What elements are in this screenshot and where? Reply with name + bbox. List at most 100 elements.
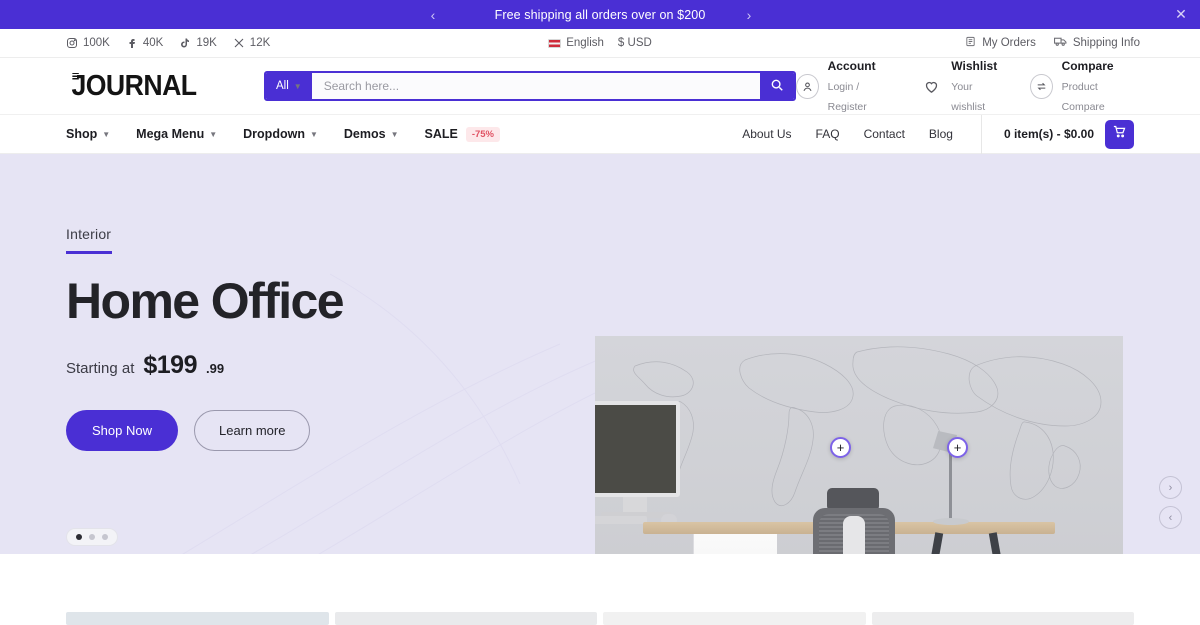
chevron-down-icon: ▼ bbox=[309, 129, 318, 139]
compare-subtitle: Product Compare bbox=[1061, 81, 1105, 113]
main-navigation: Shop ▼ Mega Menu ▼ Dropdown ▼ Demos ▼ SA… bbox=[0, 114, 1200, 154]
nav-item-demos-label: Demos bbox=[343, 127, 386, 141]
nav-item-dropdown-label: Dropdown bbox=[243, 127, 305, 141]
cart-widget[interactable]: 0 item(s) - $0.00 bbox=[980, 114, 1134, 154]
social-instagram[interactable]: 100K bbox=[66, 37, 110, 49]
search-icon bbox=[770, 78, 784, 95]
nav-item-demos[interactable]: Demos ▼ bbox=[344, 127, 399, 141]
social-links: 100K 40K 19K 12K bbox=[66, 37, 270, 49]
compare-text: Compare Product Compare bbox=[1062, 56, 1134, 116]
monitor bbox=[595, 401, 680, 497]
nav-item-shop[interactable]: Shop ▼ bbox=[66, 127, 110, 141]
hero-price-label: Starting at bbox=[66, 359, 135, 377]
announcement-bar: ‹ Free shipping all orders over on $200 … bbox=[0, 0, 1200, 29]
social-x[interactable]: 12K bbox=[233, 37, 270, 49]
language-label: English bbox=[566, 37, 604, 49]
hero-price: Starting at $199 .99 bbox=[66, 351, 566, 380]
user-icon bbox=[796, 73, 819, 99]
product-card[interactable] bbox=[871, 612, 1134, 625]
currency-label: $ USD bbox=[617, 37, 652, 49]
cart-total: 0 item(s) - $0.00 bbox=[1003, 127, 1094, 141]
lamp-base bbox=[933, 518, 969, 525]
orders-icon bbox=[965, 36, 976, 50]
logo-text: JOURNAL bbox=[71, 69, 197, 102]
social-x-count: 12K bbox=[249, 37, 271, 49]
hero-copy: Interior Home Office Starting at $199 .9… bbox=[66, 226, 566, 451]
nav-item-shop-label: Shop bbox=[66, 127, 98, 141]
product-card-strip bbox=[0, 612, 1200, 625]
nav-link-blog[interactable]: Blog bbox=[929, 127, 953, 141]
nav-item-mega-menu[interactable]: Mega Menu ▼ bbox=[136, 127, 217, 141]
slider-prev-button[interactable]: ‹ bbox=[1159, 506, 1182, 529]
x-twitter-icon bbox=[233, 37, 245, 49]
compare-title: Compare bbox=[1061, 59, 1114, 73]
slider-dot-3[interactable] bbox=[102, 534, 108, 540]
account-subtitle: Login / Register bbox=[827, 81, 867, 113]
chair-spine bbox=[843, 516, 865, 554]
social-tiktok[interactable]: 19K bbox=[179, 37, 217, 49]
chevron-down-icon: ▼ bbox=[209, 129, 218, 139]
slider-next-button[interactable]: › bbox=[1159, 476, 1182, 499]
nav-item-sale-label: SALE bbox=[424, 127, 458, 141]
slider-dot-1[interactable] bbox=[76, 534, 82, 540]
hero-eyebrow: Interior bbox=[66, 226, 112, 242]
social-tiktok-count: 19K bbox=[196, 37, 217, 49]
nav-link-faq[interactable]: FAQ bbox=[816, 127, 840, 141]
search-input[interactable] bbox=[311, 73, 761, 99]
flag-icon bbox=[548, 38, 562, 48]
site-logo[interactable]: JOURNAL bbox=[71, 69, 197, 103]
lamp-pole bbox=[949, 446, 952, 524]
my-orders-label: My Orders bbox=[982, 37, 1036, 49]
top-utility-bar: 100K 40K 19K 12K English $ USD My Orders… bbox=[0, 29, 1200, 58]
wishlist-subtitle: Your wishlist bbox=[951, 81, 986, 113]
wishlist-link[interactable]: Wishlist Your wishlist bbox=[920, 56, 1002, 116]
compare-link[interactable]: Compare Product Compare bbox=[1030, 56, 1134, 116]
language-selector[interactable]: English bbox=[548, 37, 604, 49]
hotspot-chair[interactable]: + bbox=[830, 437, 851, 458]
account-title: Account bbox=[827, 59, 876, 73]
learn-more-button[interactable]: Learn more bbox=[193, 409, 311, 451]
hotspot-lamp[interactable]: + bbox=[947, 437, 968, 458]
cart-button[interactable] bbox=[1105, 119, 1134, 149]
hero-slider: Interior Home Office Starting at $199 .9… bbox=[0, 154, 1200, 554]
nav-link-contact[interactable]: Contact bbox=[864, 127, 905, 141]
cart-icon bbox=[1112, 124, 1127, 144]
shipping-info-label: Shipping Info bbox=[1072, 37, 1140, 49]
tiktok-icon bbox=[179, 37, 191, 49]
nav-link-about-us[interactable]: About Us bbox=[742, 127, 791, 141]
sale-badge: -75% bbox=[465, 126, 501, 142]
search-submit-button[interactable] bbox=[760, 73, 795, 99]
search-category-dropdown[interactable]: All ▼ bbox=[265, 73, 312, 99]
facebook-icon bbox=[126, 37, 138, 49]
product-card[interactable] bbox=[603, 612, 866, 625]
slider-dot-2[interactable] bbox=[89, 534, 95, 540]
product-card[interactable] bbox=[334, 612, 597, 625]
product-card[interactable] bbox=[66, 612, 329, 625]
utility-links: My Orders Shipping Info bbox=[965, 36, 1140, 50]
chevron-down-icon: ▼ bbox=[102, 129, 111, 139]
keyboard bbox=[595, 516, 647, 524]
announcement-next-icon[interactable]: › bbox=[736, 0, 762, 29]
hero-title: Home Office bbox=[66, 272, 345, 329]
account-link[interactable]: Account Login / Register bbox=[796, 56, 892, 116]
shipping-info-link[interactable]: Shipping Info bbox=[1053, 36, 1140, 50]
shop-now-button[interactable]: Shop Now bbox=[66, 409, 178, 451]
nav-item-sale[interactable]: SALE -75% bbox=[424, 126, 501, 142]
currency-selector[interactable]: $ USD bbox=[618, 37, 652, 49]
logo-mark bbox=[72, 72, 79, 81]
hero-price-cents: .99 bbox=[206, 360, 225, 376]
locale-selectors: English $ USD bbox=[505, 37, 695, 49]
account-text: Account Login / Register bbox=[828, 56, 893, 116]
header-links: Account Login / Register Wishlist Your w… bbox=[796, 56, 1134, 116]
close-icon[interactable]: ✕ bbox=[1170, 0, 1192, 29]
search-category-label: All bbox=[275, 80, 289, 92]
announcement-prev-icon[interactable]: ‹ bbox=[420, 0, 446, 29]
my-orders-link[interactable]: My Orders bbox=[965, 36, 1036, 50]
wishlist-text: Wishlist Your wishlist bbox=[951, 56, 1002, 116]
nav-item-dropdown[interactable]: Dropdown ▼ bbox=[243, 127, 318, 141]
social-facebook[interactable]: 40K bbox=[126, 37, 163, 49]
wishlist-title: Wishlist bbox=[951, 59, 998, 73]
search-bar: All ▼ bbox=[263, 71, 797, 101]
hero-price-main: $199 bbox=[143, 350, 197, 379]
nav-primary: Shop ▼ Mega Menu ▼ Dropdown ▼ Demos ▼ SA… bbox=[66, 126, 501, 142]
